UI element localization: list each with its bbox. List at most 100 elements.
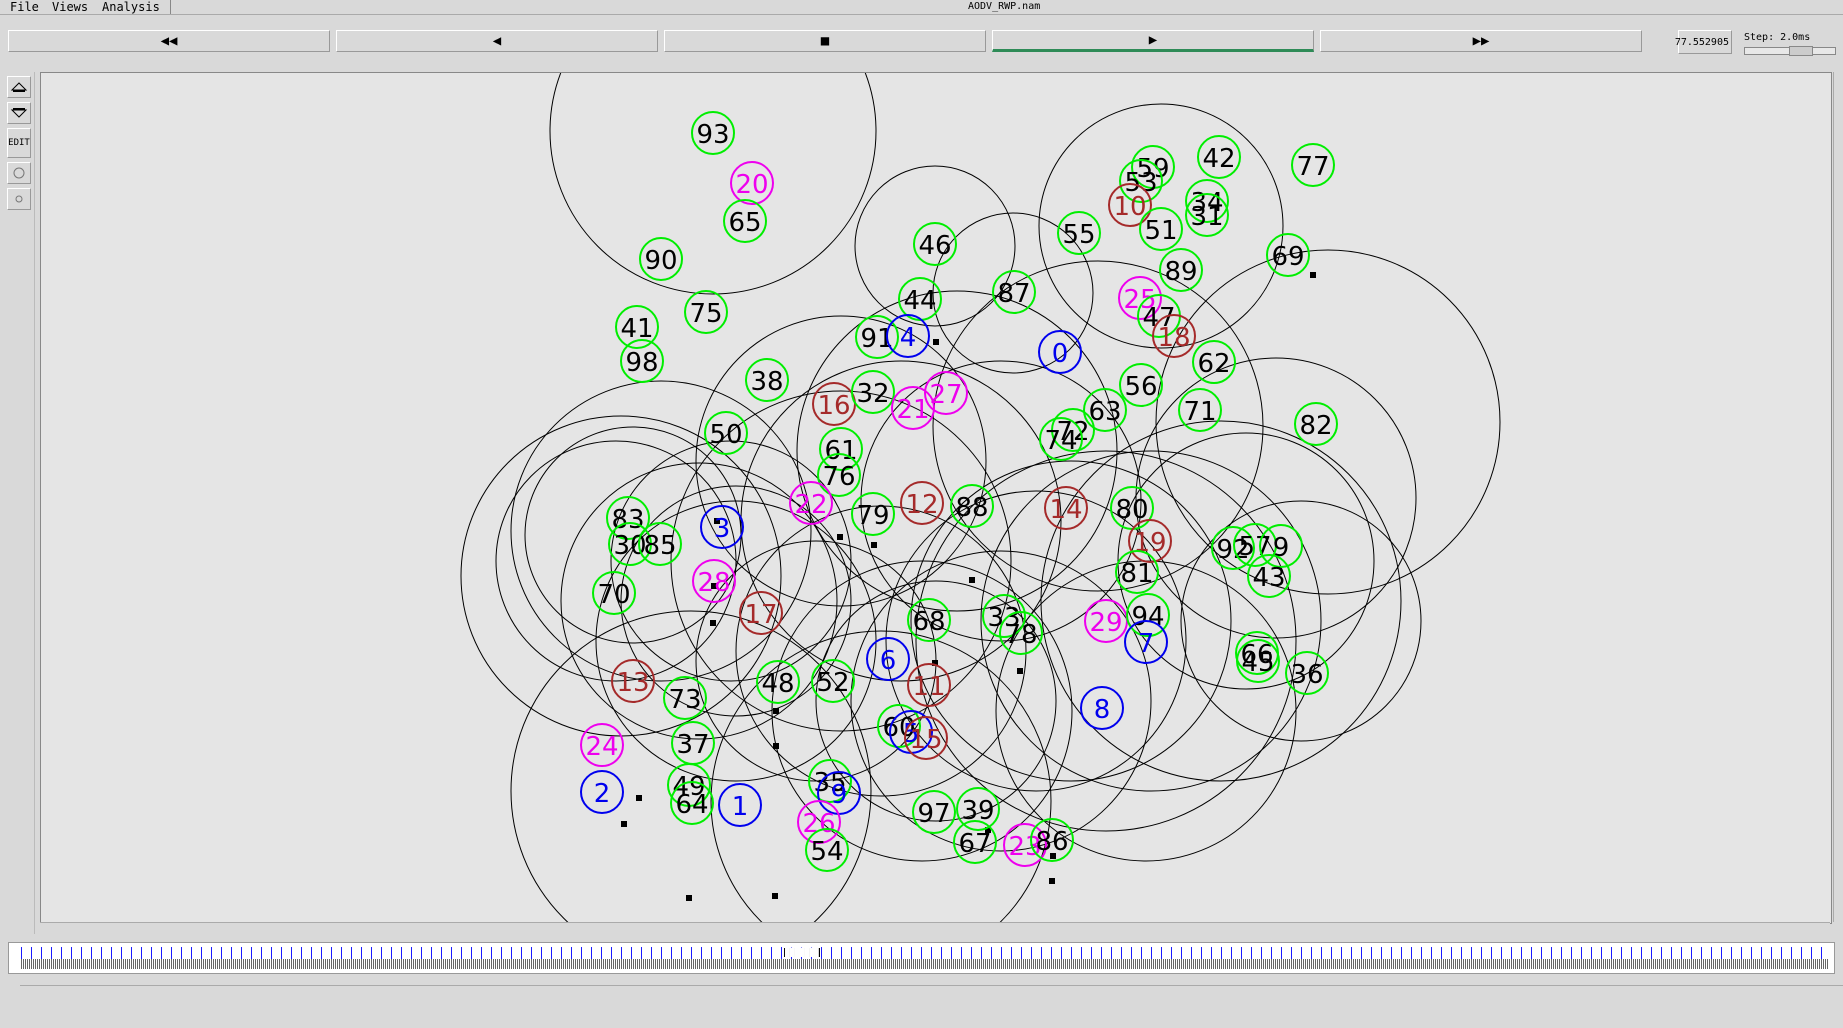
node-93[interactable]: 93: [691, 111, 735, 155]
timeline-minor-tick: [1421, 959, 1422, 969]
step-slider-thumb[interactable]: [1789, 46, 1813, 56]
node-71[interactable]: 71: [1178, 388, 1222, 432]
node-90[interactable]: 90: [639, 237, 683, 281]
node-69[interactable]: 69: [1266, 233, 1310, 277]
step-back-button[interactable]: ◀: [336, 30, 658, 52]
node-75[interactable]: 75: [684, 290, 728, 334]
step-control[interactable]: Step: 2.0ms: [1740, 30, 1843, 58]
zoom-in-icon[interactable]: [7, 76, 31, 98]
timeline-tick: [1021, 947, 1022, 959]
node-21[interactable]: 21: [891, 386, 935, 430]
timeline-minor-tick: [1087, 959, 1088, 969]
node-0[interactable]: 0: [1038, 330, 1082, 374]
node-28[interactable]: 28: [692, 559, 736, 603]
timeline-minor-tick: [213, 959, 214, 969]
timeline-minor-tick: [1351, 959, 1352, 969]
timeline-minor-tick: [73, 959, 74, 969]
timeline-tick: [1541, 947, 1542, 959]
node-11[interactable]: 11: [907, 663, 951, 707]
node-55[interactable]: 55: [1057, 211, 1101, 255]
timeline-minor-tick: [81, 959, 82, 969]
dot-icon[interactable]: [7, 188, 31, 210]
node-16[interactable]: 16: [812, 382, 856, 426]
fast-forward-button[interactable]: ▶▶: [1320, 30, 1642, 52]
node-77[interactable]: 77: [1291, 143, 1335, 187]
node-15[interactable]: 15: [904, 716, 948, 760]
timeline-minor-tick: [1487, 959, 1488, 969]
node-8[interactable]: 8: [1080, 686, 1124, 730]
timeline-minor-tick: [691, 959, 692, 969]
node-14[interactable]: 14: [1044, 486, 1088, 530]
node-56[interactable]: 56: [1119, 363, 1163, 407]
node-82[interactable]: 82: [1294, 402, 1338, 446]
node-67[interactable]: 67: [953, 820, 997, 864]
circle-icon[interactable]: [7, 162, 31, 184]
node-88[interactable]: 88: [950, 484, 994, 528]
node-13[interactable]: 13: [611, 659, 655, 703]
timeline-minor-tick: [1407, 959, 1408, 969]
node-37[interactable]: 37: [671, 721, 715, 765]
node-50[interactable]: 50: [704, 411, 748, 455]
timeline-minor-tick: [179, 959, 180, 969]
timeline-minor-tick: [1075, 959, 1076, 969]
node-27[interactable]: 27: [924, 371, 968, 415]
node-20[interactable]: 20: [730, 161, 774, 205]
node-73[interactable]: 73: [663, 676, 707, 720]
node-12[interactable]: 12: [900, 481, 944, 525]
menu-views[interactable]: Views: [52, 0, 88, 14]
node-63[interactable]: 63: [1083, 388, 1127, 432]
timeline-minor-tick: [315, 959, 316, 969]
node-87[interactable]: 87: [992, 270, 1036, 314]
menu-file[interactable]: File: [10, 0, 39, 14]
timeline-minor-tick: [1723, 959, 1724, 969]
node-32[interactable]: 32: [851, 370, 895, 414]
rewind-button[interactable]: ◀◀: [8, 30, 330, 52]
node-78[interactable]: 78: [999, 611, 1043, 655]
node-85[interactable]: 85: [638, 522, 682, 566]
node-36[interactable]: 36: [1285, 651, 1329, 695]
node-46[interactable]: 46: [913, 222, 957, 266]
node-98[interactable]: 98: [620, 339, 664, 383]
node-68[interactable]: 68: [907, 598, 951, 642]
node-38[interactable]: 38: [745, 358, 789, 402]
timeline-marker[interactable]: ███████: [784, 948, 820, 957]
timeline-minor-tick: [1775, 959, 1776, 969]
menu-analysis[interactable]: Analysis: [102, 0, 160, 14]
timeline-tick: [151, 947, 152, 959]
node-22[interactable]: 22: [789, 481, 833, 525]
node-44[interactable]: 44: [898, 277, 942, 321]
horizontal-scrollbar[interactable]: [40, 922, 1830, 933]
timeline-minor-tick: [113, 959, 114, 969]
timeline-minor-tick: [415, 959, 416, 969]
node-80[interactable]: 80: [1110, 486, 1154, 530]
timeline-minor-tick: [999, 959, 1000, 969]
node-51[interactable]: 51: [1139, 207, 1183, 251]
timeline-tick: [441, 947, 442, 959]
stop-button[interactable]: ■: [664, 30, 986, 52]
node-3[interactable]: 3: [700, 505, 744, 549]
zoom-out-icon[interactable]: [7, 102, 31, 124]
node-70[interactable]: 70: [592, 571, 636, 615]
timeline-minor-tick: [1651, 959, 1652, 969]
node-24[interactable]: 24: [580, 723, 624, 767]
node-79[interactable]: 79: [851, 492, 895, 536]
play-button[interactable]: ▶: [992, 30, 1314, 52]
timeline-minor-tick: [1053, 959, 1054, 969]
node-86[interactable]: 86: [1030, 818, 1074, 862]
timeline-slider[interactable]: ███████: [8, 942, 1835, 974]
step-slider[interactable]: [1744, 46, 1836, 56]
network-canvas[interactable]: 93 20 65 90 75 41 98 38 50 46 44 91 4 87 55 59 53 10 51 42 3…: [40, 72, 1832, 924]
timeline-minor-tick: [115, 959, 116, 969]
node-6[interactable]: 6: [866, 637, 910, 681]
node-29[interactable]: 29: [1084, 599, 1128, 643]
node-65[interactable]: 65: [723, 199, 767, 243]
edit-button[interactable]: EDIT: [7, 128, 31, 158]
vertical-scrollbar[interactable]: [1833, 72, 1843, 922]
timeline-minor-tick: [535, 959, 536, 969]
node-1[interactable]: 1: [718, 783, 762, 827]
node-2[interactable]: 2: [580, 770, 624, 814]
node-89[interactable]: 89: [1159, 248, 1203, 292]
node-42[interactable]: 42: [1197, 135, 1241, 179]
node-97[interactable]: 97: [912, 790, 956, 834]
node-62[interactable]: 62: [1192, 340, 1236, 384]
